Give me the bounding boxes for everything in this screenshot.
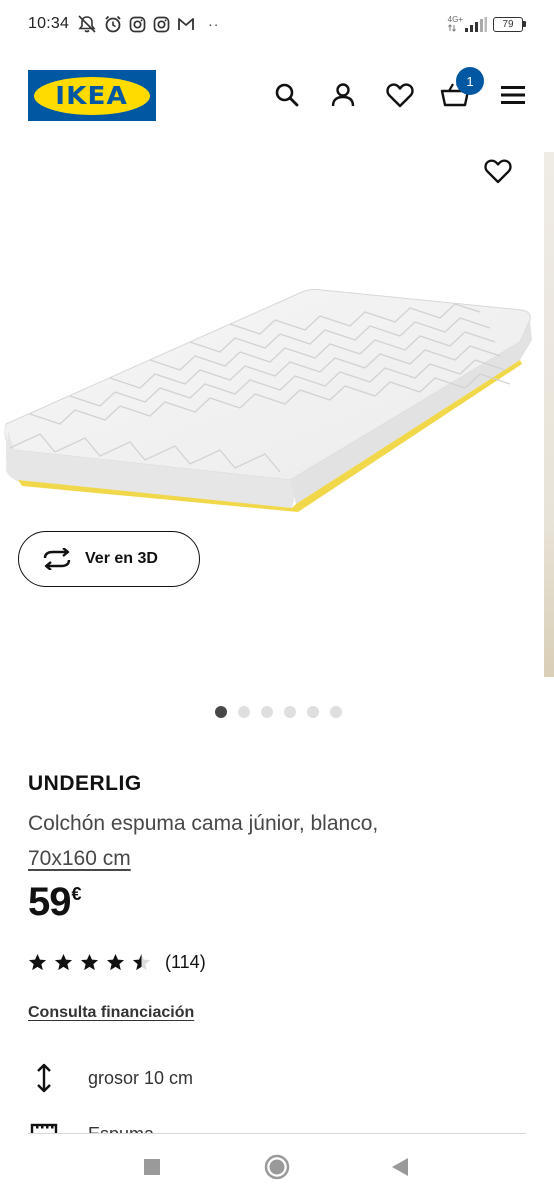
- alarm-icon: [105, 15, 121, 33]
- wishlist-icon[interactable]: [385, 80, 415, 110]
- square-icon: [144, 1159, 160, 1175]
- product-name: UNDERLIG: [28, 772, 142, 795]
- product-description: Colchón espuma cama júnior, blanco, 70x1…: [28, 806, 528, 876]
- product-price: 59 €: [28, 880, 82, 925]
- product-description-text: Colchón espuma cama júnior, blanco,: [28, 812, 379, 835]
- back-button[interactable]: [387, 1154, 413, 1180]
- signal-block: 4G+: [448, 16, 487, 32]
- product-rating[interactable]: (114): [28, 952, 206, 973]
- cart-count-badge: 1: [456, 67, 484, 95]
- carousel-dot[interactable]: [330, 706, 342, 718]
- network-type: 4G+: [447, 15, 463, 24]
- status-time: 10:34: [28, 15, 70, 32]
- star-half-icon: [132, 953, 151, 971]
- rating-stars: [28, 953, 151, 972]
- heart-icon: [484, 158, 512, 183]
- foam-icon: [30, 1123, 58, 1133]
- next-image-preview[interactable]: [544, 152, 554, 677]
- site-header: IKEA 1: [0, 66, 554, 124]
- carousel-pagination: [215, 706, 342, 718]
- star-full-icon: [106, 953, 125, 971]
- logo-oval: IKEA: [34, 76, 150, 115]
- menu-icon[interactable]: [498, 80, 528, 110]
- view-in-3d-label: Ver en 3D: [85, 550, 158, 567]
- star-full-icon: [80, 953, 99, 971]
- status-bar: 10:34 ·· 4G+ 79: [0, 0, 554, 48]
- home-button[interactable]: [264, 1154, 290, 1180]
- price-integer: 59: [28, 880, 71, 924]
- star-full-icon: [54, 953, 73, 971]
- more-notifications-icon: ··: [208, 16, 220, 32]
- ikea-logo[interactable]: IKEA: [28, 70, 156, 121]
- battery-level: 79: [502, 18, 514, 30]
- status-notification-icons: ··: [77, 15, 219, 33]
- carousel-dot[interactable]: [215, 706, 227, 718]
- spec-material: Espuma: [28, 1118, 154, 1133]
- gmail-icon: [178, 18, 194, 30]
- battery-icon: 79: [493, 16, 526, 32]
- spec-material-label: Espuma: [88, 1124, 154, 1133]
- carousel-dot[interactable]: [238, 706, 250, 718]
- spec-thickness: grosor 10 cm: [28, 1062, 193, 1094]
- spec-thickness-label: grosor 10 cm: [88, 1067, 194, 1088]
- instagram-icon: [153, 16, 170, 32]
- carousel-dot[interactable]: [284, 706, 296, 718]
- status-system-icons: 4G+ 79: [448, 16, 526, 32]
- star-full-icon: [28, 953, 47, 971]
- android-navigation-bar: [0, 1134, 554, 1200]
- financing-link[interactable]: Consulta financiación: [28, 1004, 194, 1022]
- logo-text: IKEA: [55, 81, 129, 110]
- signal-icon: [465, 17, 487, 32]
- carousel-dot[interactable]: [261, 706, 273, 718]
- product-size-link[interactable]: 70x160 cm: [28, 847, 131, 870]
- instagram-icon: [129, 16, 146, 32]
- triangle-back-icon: [392, 1158, 408, 1176]
- mattress-image: [4, 288, 532, 512]
- account-icon[interactable]: [328, 80, 358, 110]
- data-arrows-icon: [447, 24, 456, 32]
- mute-bell-icon: [78, 15, 96, 33]
- circle-icon: [264, 1154, 290, 1180]
- review-count: (114): [165, 952, 206, 972]
- rotate-3d-icon: [43, 548, 71, 570]
- price-currency: €: [71, 884, 82, 904]
- recent-apps-button[interactable]: [139, 1154, 165, 1180]
- thickness-icon: [37, 1063, 51, 1093]
- search-icon[interactable]: [272, 80, 302, 110]
- product-image-carousel[interactable]: [0, 152, 554, 680]
- add-to-favorites-button[interactable]: [482, 155, 514, 187]
- view-in-3d-button[interactable]: Ver en 3D: [18, 531, 200, 587]
- carousel-dot[interactable]: [307, 706, 319, 718]
